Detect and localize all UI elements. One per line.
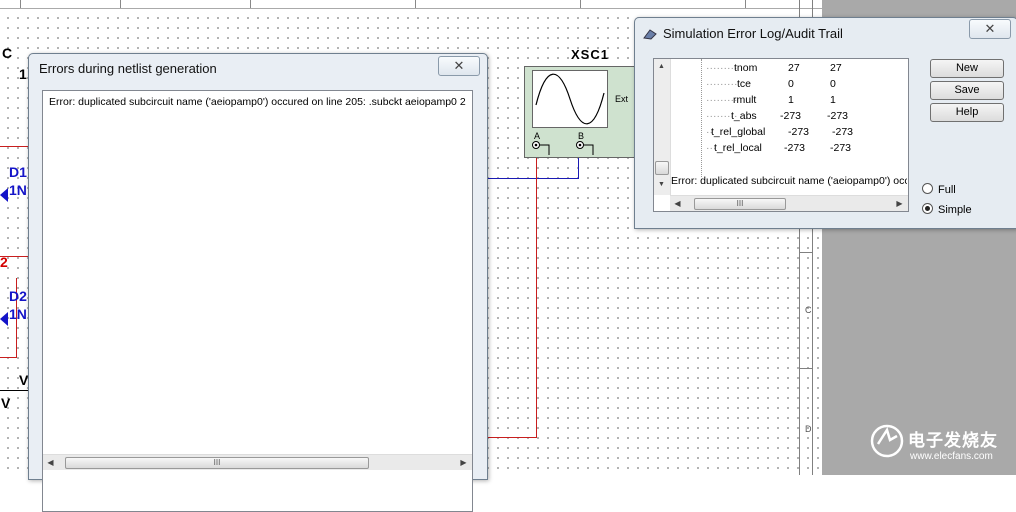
diode-d2-name: D2	[9, 288, 27, 304]
diode-d1-model: 1N	[9, 182, 27, 198]
sheet-border-tick	[799, 368, 813, 369]
red-wire	[0, 357, 17, 358]
error-text-area[interactable]: Error: duplicated subcircuit name ('aeio…	[42, 90, 473, 512]
close-button[interactable]: ✕	[969, 19, 1011, 39]
blue-wire	[486, 178, 579, 179]
horizontal-scrollbar[interactable]: ◀ III ▶	[43, 454, 472, 470]
dialog-title: Simulation Error Log/Audit Trail	[663, 26, 843, 41]
watermark: 电子发烧友 www.elecfans.com	[868, 420, 1008, 470]
new-button[interactable]: New	[930, 59, 1004, 78]
tree-row[interactable]: ········· tnom 27 27	[706, 62, 842, 74]
radio-simple-indicator[interactable]	[922, 203, 933, 214]
scroll-down-icon[interactable]: ▼	[654, 177, 669, 192]
oscilloscope-terminals-icon[interactable]	[525, 137, 605, 157]
watermark-text: 电子发烧友	[908, 431, 998, 450]
tree-row[interactable]: ········· rmult 1 1	[706, 94, 836, 106]
close-icon: ✕	[984, 21, 996, 36]
dialog-title: Errors during netlist generation	[39, 61, 217, 76]
sheet-letter-c: C	[805, 305, 812, 315]
component-label: 1	[19, 66, 27, 82]
red-wire	[0, 146, 28, 147]
top-ruler	[0, 0, 822, 9]
scroll-left-icon[interactable]: ◀	[43, 455, 58, 470]
tree-guide-line	[701, 59, 702, 177]
net-label: 2	[0, 254, 8, 270]
scroll-right-icon[interactable]: ▶	[892, 196, 907, 211]
help-button[interactable]: Help	[930, 103, 1004, 122]
oscilloscope-screen	[532, 70, 608, 128]
oscilloscope[interactable]: Ext A B	[524, 66, 636, 158]
radio-simple-label: Simple	[938, 204, 972, 216]
error-message: Error: duplicated subcircuit name ('aeio…	[49, 96, 466, 108]
sheet-letter-d: D	[805, 424, 812, 434]
vertical-scrollbar[interactable]: ▲ ▼	[654, 59, 671, 195]
app-icon	[643, 29, 657, 40]
netlist-errors-dialog[interactable]: Errors during netlist generation ✕ Error…	[28, 53, 488, 512]
scroll-left-icon[interactable]: ◀	[670, 196, 685, 211]
tree-row[interactable]: ·· t_rel_global -273 -273	[706, 126, 853, 138]
tree-row[interactable]: ··· t_rel_local -273 -273	[706, 142, 851, 154]
watermark-logo-icon	[870, 424, 904, 458]
component-label: C	[2, 45, 13, 61]
radio-full-indicator[interactable]	[922, 183, 933, 194]
sheet-border-tick	[799, 252, 813, 253]
tree-row[interactable]: ········· t_abs -273 -273	[706, 110, 848, 122]
red-wire	[536, 148, 537, 438]
source-label: V	[19, 372, 29, 388]
black-wire	[0, 390, 28, 391]
red-wire	[486, 437, 537, 438]
scroll-thumb[interactable]: III	[694, 198, 786, 210]
radio-simple[interactable]: Simple	[922, 203, 972, 216]
scroll-right-icon[interactable]: ▶	[456, 455, 471, 470]
save-button[interactable]: Save	[930, 81, 1004, 100]
diode-d1-symbol	[0, 188, 8, 202]
error-message: Error: duplicated subcircuit name ('aeio…	[671, 175, 907, 187]
horizontal-scrollbar[interactable]: ◀ III ▶	[670, 195, 908, 211]
watermark-url: www.elecfans.com	[910, 451, 993, 462]
scroll-thumb[interactable]: III	[65, 457, 369, 469]
scroll-up-icon[interactable]: ▲	[654, 59, 669, 74]
radio-full-label: Full	[938, 184, 956, 196]
diode-d2-model: 1N	[9, 306, 27, 322]
oscilloscope-ext-label: Ext	[615, 94, 629, 104]
tree-row[interactable]: ········· tce 0 0	[706, 78, 836, 90]
oscilloscope-name: XSC1	[571, 47, 609, 62]
sine-wave-icon	[535, 73, 605, 125]
scroll-thumb[interactable]	[655, 161, 669, 175]
source-label: V	[1, 395, 11, 411]
close-icon: ✕	[453, 58, 465, 73]
audit-trail-list[interactable]: ▲ ▼ ········· tnom 27 27 ········· tce 0…	[653, 58, 909, 212]
close-button[interactable]: ✕	[438, 56, 480, 76]
simulation-error-log-dialog[interactable]: Simulation Error Log/Audit Trail ✕ ▲ ▼ ·…	[634, 17, 1016, 229]
diode-d2-symbol	[0, 312, 8, 326]
radio-full[interactable]: Full	[922, 183, 956, 196]
diode-d1-name: D1	[9, 164, 27, 180]
